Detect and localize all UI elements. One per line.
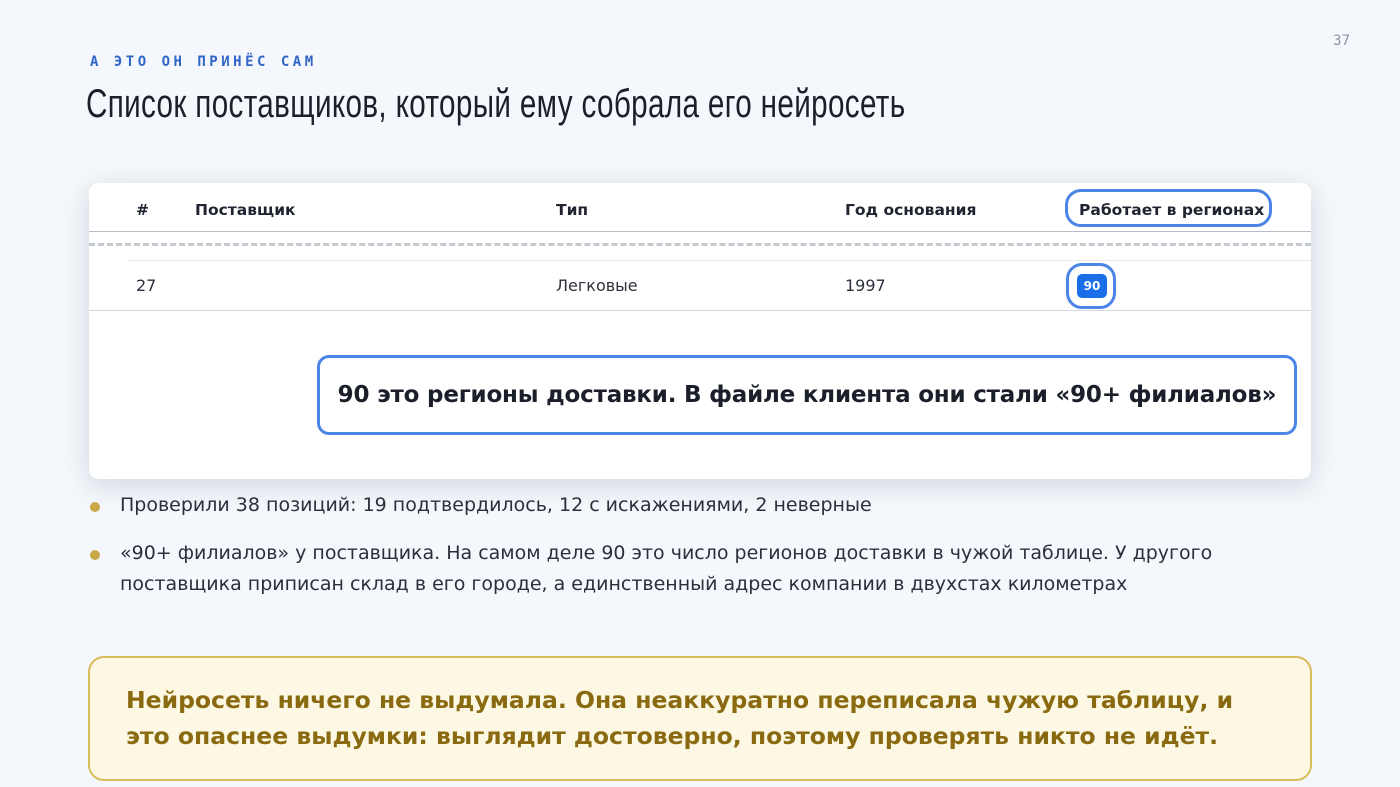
bullet-dot bbox=[90, 502, 100, 512]
bullet-text: «90+ филиалов» у поставщика. На самом де… bbox=[120, 538, 1310, 600]
conclusion-text: Нейросеть ничего не выдумала. Она неакку… bbox=[126, 682, 1286, 754]
annotation-callout: 90 это регионы доставки. В файле клиента… bbox=[317, 355, 1297, 435]
conclusion-callout: Нейросеть ничего не выдумала. Она неакку… bbox=[88, 656, 1312, 781]
conclusion-line-2: это опаснее выдумки: выглядит достоверно… bbox=[126, 722, 1219, 750]
column-header-num: # bbox=[136, 201, 149, 219]
slide-kicker: А ЭТО ОН ПРИНЁС САМ bbox=[90, 54, 317, 70]
bullet-dot bbox=[90, 550, 100, 560]
column-header-supplier: Поставщик bbox=[195, 201, 296, 219]
regions-count-badge: 90 bbox=[1077, 274, 1107, 298]
omitted-rows-separator bbox=[89, 243, 1311, 246]
bullet-text-line-2: поставщика приписан склад в его городе, … bbox=[120, 573, 1128, 595]
table-screenshot-card: # Поставщик Тип Год основания Работает в… bbox=[89, 183, 1311, 479]
row-divider bbox=[127, 260, 1311, 261]
column-header-type: Тип bbox=[556, 201, 589, 219]
bullet-text: Проверили 38 позиций: 19 подтвердилось, … bbox=[120, 494, 872, 516]
slide-title: Список поставщиков, который ему собрала … bbox=[86, 82, 906, 126]
cell-num: 27 bbox=[136, 276, 157, 295]
row-divider-bottom bbox=[89, 310, 1311, 311]
regions-header-highlight bbox=[1065, 189, 1272, 227]
bullet-text-line-1: «90+ филиалов» у поставщика. На самом де… bbox=[120, 542, 1213, 564]
conclusion-line-1: Нейросеть ничего не выдумала. Она неакку… bbox=[126, 686, 1234, 714]
cell-year: 1997 bbox=[845, 276, 886, 295]
cell-type: Легковые bbox=[556, 276, 638, 295]
page-number: 37 bbox=[1333, 33, 1350, 49]
column-header-year: Год основания bbox=[845, 201, 977, 219]
